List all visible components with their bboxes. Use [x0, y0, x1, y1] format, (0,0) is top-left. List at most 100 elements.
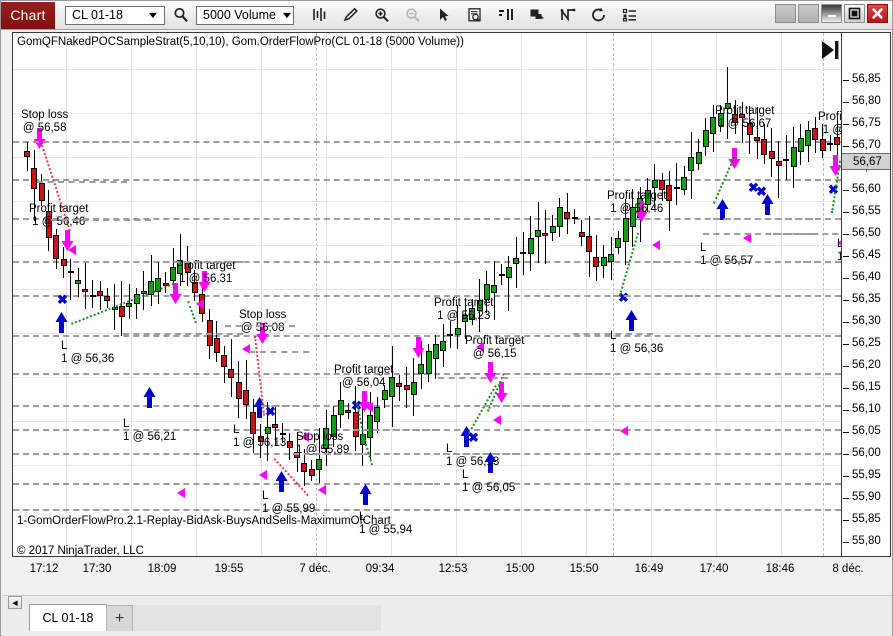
trade-level-line [33, 141, 128, 143]
properties-list-icon[interactable] [614, 2, 645, 29]
trade-level-line [533, 373, 603, 375]
candlestick [374, 396, 381, 434]
candlestick [505, 255, 512, 311]
maximize-button[interactable] [844, 4, 865, 23]
candlestick [681, 165, 687, 195]
candlestick [600, 245, 607, 279]
trade-annotation: L1 @ 56,13 [233, 424, 287, 449]
candlestick [213, 320, 220, 362]
price-tick: 56,30 [852, 315, 881, 327]
price-axis[interactable]: 56,85 56,80 56,75 56,70 56,65 56,60 56,5… [842, 32, 891, 557]
candlestick [118, 281, 125, 337]
end-of-data-icon [819, 39, 841, 66]
candlestick [586, 216, 593, 278]
price-tick: 56,10 [852, 403, 881, 415]
price-tick: 55,90 [852, 491, 881, 503]
exit-triangle-icon [652, 240, 660, 250]
price-tick: 56,00 [852, 447, 881, 459]
time-tick-label: 15:50 [569, 563, 599, 575]
candlestick [432, 335, 439, 380]
price-tick: 55,85 [852, 513, 881, 525]
add-tab-button[interactable]: + [106, 605, 133, 631]
candlestick [24, 142, 30, 171]
price-tick: 56,50 [852, 227, 881, 239]
trade-level-line [373, 483, 433, 485]
bar-spacing-icon[interactable] [490, 2, 521, 29]
trade-annotation: L1 @ 56,57 [700, 242, 754, 267]
trade-level-line [261, 405, 319, 407]
interval-value: 5000 Volume [203, 8, 276, 22]
main-toolbar: Chart CL 01-18 ▼ 5000 Volume ▼ [1, 1, 892, 30]
price-tick: 56,80 [852, 95, 881, 107]
price-tick: 56,20 [852, 359, 881, 371]
candlestick [133, 288, 140, 320]
candlestick [527, 216, 534, 271]
candlestick [162, 272, 169, 293]
blank-button-2[interactable] [798, 4, 819, 23]
candlestick [564, 192, 571, 235]
tab-strip-fill [133, 605, 381, 631]
time-axis[interactable]: 17:12 17:30 18:09 19:55 7 déc. 09:34 12:53 15:0… [12, 557, 891, 593]
long-entry-arrow-icon [716, 198, 729, 220]
instrument-selector[interactable]: CL 01-18 ▼ [65, 5, 165, 25]
tab-scroll-left-icon[interactable]: ◀ [8, 596, 22, 609]
last-price-marker: 56,67 [842, 153, 890, 170]
candlestick [243, 359, 249, 419]
zoom-out-icon[interactable] [397, 2, 428, 29]
trade-level-line [249, 351, 309, 353]
candlestick [38, 174, 45, 207]
trade-annotation: Profit target 1 @ 56,67 [715, 105, 775, 130]
price-tick: 55,95 [852, 469, 881, 481]
data-box-icon[interactable] [459, 2, 490, 29]
zoom-in-icon[interactable] [366, 2, 397, 29]
trade-level-line [443, 453, 518, 455]
candlestick [608, 237, 614, 281]
trade-level-line [773, 233, 841, 235]
candlestick [148, 254, 155, 306]
price-plot[interactable]: GomQFNakedPOCSampleStrat(5,10,10), Gom.O… [12, 32, 842, 557]
close-button[interactable] [867, 4, 888, 23]
trade-path-line [468, 385, 497, 434]
chevron-down-icon: ▼ [280, 9, 294, 20]
time-tick-label: 17:12 [29, 563, 59, 575]
candlestick [783, 134, 790, 181]
time-tick-label: 17:30 [82, 563, 112, 575]
candlestick [410, 357, 417, 417]
time-tick-label: 7 déc. [299, 563, 331, 575]
reload-icon[interactable] [583, 2, 614, 29]
blank-button-1[interactable] [775, 4, 796, 23]
candlestick [235, 361, 242, 419]
trade-level-line [343, 429, 438, 431]
overlay-icon[interactable] [521, 2, 552, 29]
polyline-icon[interactable] [552, 2, 583, 29]
tab-cl-01-18[interactable]: CL 01-18 [29, 604, 107, 631]
short-entry-arrow-icon [412, 337, 425, 359]
candlestick [286, 432, 293, 460]
trade-annotation: Stop loss @ 56,58 [21, 109, 69, 134]
candlestick [615, 230, 622, 254]
trade-annotation: Profit target @ 56,04 [334, 364, 394, 389]
trade-annotation: L1 @ 55,94 [359, 511, 413, 536]
candlestick [535, 202, 541, 264]
candlestick [556, 197, 563, 238]
minimize-button[interactable] [821, 4, 842, 23]
search-icon[interactable] [165, 2, 196, 29]
cursor-pointer-icon[interactable] [428, 2, 459, 29]
short-entry-arrow-icon [484, 362, 497, 384]
trade-level-line [613, 295, 693, 297]
price-tick: 56,70 [852, 139, 881, 151]
candlestick [140, 270, 147, 310]
candlestick [513, 236, 520, 289]
drawing-pencil-icon[interactable] [335, 2, 366, 29]
candlestick [768, 128, 775, 177]
trade-exit-x-icon: ✖ [57, 292, 68, 307]
indicators-icon[interactable] [304, 2, 335, 29]
time-tick-label: 18:46 [765, 563, 795, 575]
trade-level-line [51, 219, 151, 221]
price-tick: 56,60 [852, 183, 881, 195]
long-entry-arrow-icon [625, 309, 638, 331]
interval-selector[interactable]: 5000 Volume ▼ [196, 5, 294, 25]
candlestick [75, 267, 82, 297]
price-tick: 55,80 [852, 535, 881, 547]
candlestick [97, 280, 103, 310]
